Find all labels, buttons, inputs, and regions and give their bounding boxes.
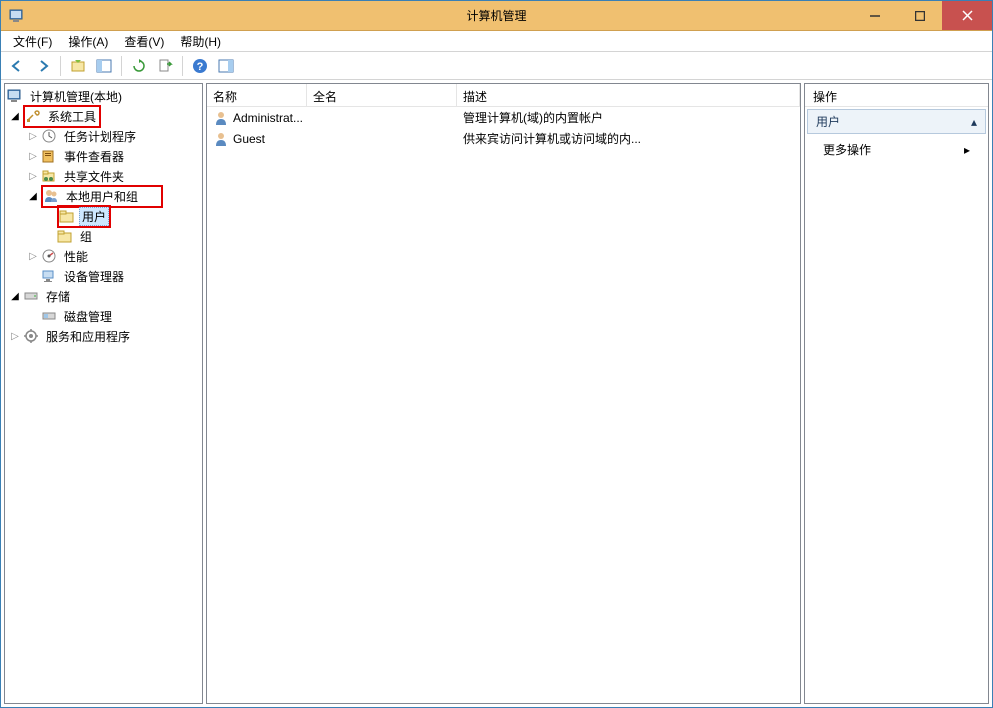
back-button[interactable] (5, 54, 29, 78)
toolbar: ? (1, 52, 992, 80)
clock-icon (41, 128, 57, 144)
tree-label: 设备管理器 (61, 267, 127, 286)
cell-description: 管理计算机(域)的内置帐户 (457, 109, 800, 126)
expander-icon[interactable]: ▷ (27, 150, 39, 162)
tree-label: 任务计划程序 (61, 127, 139, 146)
tree-label: 用户 (79, 207, 109, 226)
expander-icon[interactable]: ◢ (27, 190, 39, 202)
performance-icon (41, 248, 57, 264)
close-button[interactable] (942, 1, 992, 30)
tree-label: 本地用户和组 (63, 187, 141, 206)
action-label: 更多操作 (823, 141, 871, 158)
cell-name: Guest (207, 131, 307, 147)
tree-groups[interactable]: 组 (5, 226, 202, 246)
tree-label: 计算机管理(本地) (27, 87, 125, 106)
services-icon (23, 328, 39, 344)
cell-name: Administrat... (207, 110, 307, 126)
user-icon (213, 131, 229, 147)
tree-shared-folders[interactable]: ▷ 共享文件夹 (5, 166, 202, 186)
minimize-button[interactable] (852, 1, 897, 30)
toolbar-separator (182, 56, 183, 76)
user-name: Guest (233, 132, 265, 146)
disk-icon (41, 308, 57, 324)
tree-services-apps[interactable]: ▷ 服务和应用程序 (5, 326, 202, 346)
action-section-label: 用户 (816, 113, 840, 130)
svg-text:?: ? (197, 61, 204, 73)
menu-help[interactable]: 帮助(H) (172, 31, 229, 52)
user-name: Administrat... (233, 111, 303, 125)
action-pane: 操作 用户 ▴ 更多操作 ▸ (804, 83, 989, 704)
action-pane-header: 操作 (805, 84, 988, 107)
storage-icon (23, 288, 39, 304)
collapse-icon: ▴ (971, 115, 977, 129)
user-icon (213, 110, 229, 126)
tree-storage[interactable]: ◢ 存储 (5, 286, 202, 306)
expander-icon[interactable]: ◢ (9, 110, 21, 122)
tree-label: 共享文件夹 (61, 167, 127, 186)
tree-label: 事件查看器 (61, 147, 127, 166)
action-more[interactable]: 更多操作 ▸ (805, 136, 988, 163)
event-viewer-icon (41, 148, 57, 164)
list-header: 名称 全名 描述 (207, 84, 800, 107)
users-groups-icon (43, 188, 59, 204)
menu-view[interactable]: 查看(V) (116, 31, 172, 52)
expander-icon[interactable]: ▷ (27, 130, 39, 142)
computer-icon (7, 88, 23, 104)
tree-task-scheduler[interactable]: ▷ 任务计划程序 (5, 126, 202, 146)
show-hide-tree-button[interactable] (92, 54, 116, 78)
tree-local-users-groups[interactable]: ◢ 本地用户和组 (5, 186, 202, 206)
export-button[interactable] (153, 54, 177, 78)
window-controls (852, 1, 992, 30)
content-area: 计算机管理(本地) ◢ 系统工具 ▷ 任务计划程序 ▷ 事件查看器 ▷ 共享文件… (1, 80, 992, 707)
tree-label: 磁盘管理 (61, 307, 115, 326)
help-button[interactable]: ? (188, 54, 212, 78)
tree-label: 组 (77, 227, 95, 246)
show-action-pane-button[interactable] (214, 54, 238, 78)
tree-label: 服务和应用程序 (43, 327, 133, 346)
tree-root[interactable]: 计算机管理(本地) (5, 86, 202, 106)
action-section-users[interactable]: 用户 ▴ (807, 109, 986, 134)
submenu-icon: ▸ (964, 143, 970, 157)
tree-system-tools[interactable]: ◢ 系统工具 (5, 106, 202, 126)
expander-icon[interactable]: ▷ (27, 250, 39, 262)
window-title: 计算机管理 (466, 7, 526, 24)
menu-action[interactable]: 操作(A) (60, 31, 116, 52)
tree-event-viewer[interactable]: ▷ 事件查看器 (5, 146, 202, 166)
cell-description: 供来宾访问计算机或访问域的内... (457, 130, 800, 147)
list-row[interactable]: Administrat... 管理计算机(域)的内置帐户 (207, 107, 800, 128)
refresh-button[interactable] (127, 54, 151, 78)
column-description[interactable]: 描述 (457, 84, 800, 106)
toolbar-separator (60, 56, 61, 76)
expander-icon[interactable]: ◢ (9, 290, 21, 302)
up-button[interactable] (66, 54, 90, 78)
tree-label: 存储 (43, 287, 73, 306)
list-pane: 名称 全名 描述 Administrat... 管理计算机(域)的内置帐户 Gu… (206, 83, 801, 704)
column-fullname[interactable]: 全名 (307, 84, 457, 106)
titlebar: 计算机管理 (1, 1, 992, 31)
tree-label: 系统工具 (45, 107, 99, 126)
tools-icon (25, 108, 41, 124)
list-body[interactable]: Administrat... 管理计算机(域)的内置帐户 Guest 供来宾访问… (207, 107, 800, 703)
tree-pane[interactable]: 计算机管理(本地) ◢ 系统工具 ▷ 任务计划程序 ▷ 事件查看器 ▷ 共享文件… (4, 83, 203, 704)
tree-device-manager[interactable]: 设备管理器 (5, 266, 202, 286)
expander-icon[interactable]: ▷ (9, 330, 21, 342)
toolbar-separator (121, 56, 122, 76)
expander-icon[interactable]: ▷ (27, 170, 39, 182)
folder-icon (59, 208, 75, 224)
tree-label: 性能 (61, 247, 91, 266)
tree-disk-management[interactable]: 磁盘管理 (5, 306, 202, 326)
column-name[interactable]: 名称 (207, 84, 307, 106)
tree-users[interactable]: 用户 (5, 206, 202, 226)
menu-file[interactable]: 文件(F) (5, 31, 60, 52)
forward-button[interactable] (31, 54, 55, 78)
menubar: 文件(F) 操作(A) 查看(V) 帮助(H) (1, 31, 992, 52)
app-icon (9, 8, 25, 24)
tree-performance[interactable]: ▷ 性能 (5, 246, 202, 266)
maximize-button[interactable] (897, 1, 942, 30)
folder-icon (57, 228, 73, 244)
list-row[interactable]: Guest 供来宾访问计算机或访问域的内... (207, 128, 800, 149)
shared-folder-icon (41, 168, 57, 184)
device-manager-icon (41, 268, 57, 284)
